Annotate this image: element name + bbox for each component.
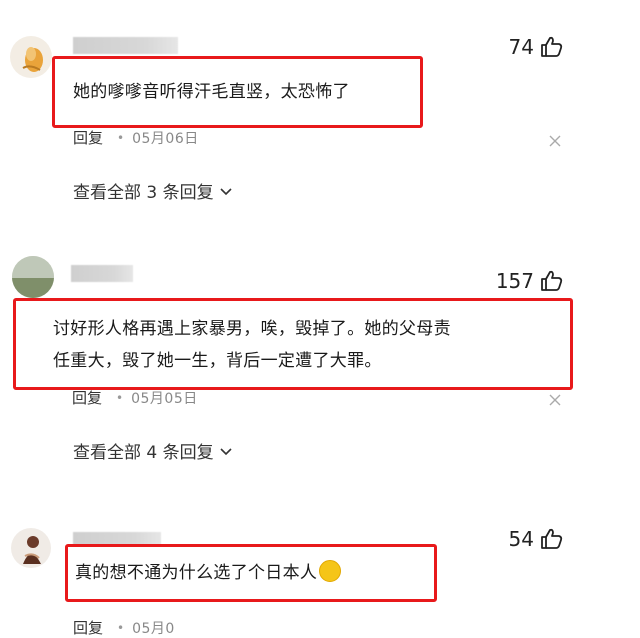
avatar[interactable] xyxy=(11,528,51,568)
thumbs-up-icon xyxy=(541,36,563,57)
reply-button[interactable]: 回复 xyxy=(73,617,103,638)
comment-text: 她的嗲嗲音听得汗毛直竖，太恐怖了 xyxy=(73,82,350,102)
comment-text-content: 真的想不通为什么选了个日本人 xyxy=(75,563,318,583)
avatar[interactable] xyxy=(10,36,52,78)
like-count: 74 xyxy=(508,35,534,59)
reply-button[interactable]: 回复 xyxy=(72,387,102,408)
view-all-replies[interactable]: 查看全部 4 条回复 xyxy=(73,438,234,463)
comment-text-highlight: 她的嗲嗲音听得汗毛直竖，太恐怖了 xyxy=(52,56,423,128)
emoji-icon xyxy=(319,560,342,582)
comment-date: 05月05日 xyxy=(131,390,198,407)
comment-text: 真的想不通为什么选了个日本人 xyxy=(75,557,342,589)
view-all-replies[interactable]: 查看全部 3 条回复 xyxy=(73,178,234,203)
like-count: 54 xyxy=(508,527,534,551)
comment-date: 05月06日 xyxy=(132,130,199,147)
reply-button[interactable]: 回复 xyxy=(73,127,103,148)
like-button[interactable]: 74 xyxy=(509,30,564,64)
like-count: 157 xyxy=(495,269,534,293)
separator-dot: • xyxy=(116,390,124,405)
view-all-replies-label: 查看全部 3 条回复 xyxy=(73,183,214,203)
comment-meta: 回复 • 05月05日 xyxy=(72,387,198,408)
like-button[interactable]: 157 xyxy=(496,264,564,298)
separator-dot: • xyxy=(117,130,125,145)
username[interactable] xyxy=(73,37,178,54)
comment-item: 54 真的想不通为什么选了个日本人 回复 • 05月0 xyxy=(0,520,640,637)
separator-dot: • xyxy=(117,620,125,635)
comment-meta: 回复 • 05月0 xyxy=(73,617,175,638)
comment-text-highlight: 真的想不通为什么选了个日本人 xyxy=(65,544,437,602)
comment-item: 74 她的嗲嗲音听得汗毛直竖，太恐怖了 回复 • 05月06日 查看全部 3 条… xyxy=(0,30,640,220)
username[interactable] xyxy=(71,265,133,282)
comment-meta: 回复 • 05月06日 xyxy=(73,127,199,148)
chevron-down-icon xyxy=(220,187,232,195)
thumbs-up-icon xyxy=(541,270,563,291)
chevron-down-icon xyxy=(220,447,232,455)
thumbs-up-icon xyxy=(541,528,563,549)
comment-text-line: 讨好形人格再遇上家暴男，唉，毁掉了。她的父母责 xyxy=(53,319,451,339)
avatar[interactable] xyxy=(12,256,54,298)
comment-text-highlight: 讨好形人格再遇上家暴男，唉，毁掉了。她的父母责 任重大，毁了她一生，背后一定遭了… xyxy=(13,298,573,390)
comment-text-line: 任重大，毁了她一生，背后一定遭了大罪。 xyxy=(53,351,382,371)
view-all-replies-label: 查看全部 4 条回复 xyxy=(73,443,214,463)
comment-item: 157 讨好形人格再遇上家暴男，唉，毁掉了。她的父母责 任重大，毁了她一生，背后… xyxy=(0,256,640,477)
close-icon[interactable] xyxy=(548,134,562,148)
like-button[interactable]: 54 xyxy=(509,522,564,556)
comment-date: 05月0 xyxy=(132,620,175,637)
close-icon[interactable] xyxy=(548,393,562,407)
